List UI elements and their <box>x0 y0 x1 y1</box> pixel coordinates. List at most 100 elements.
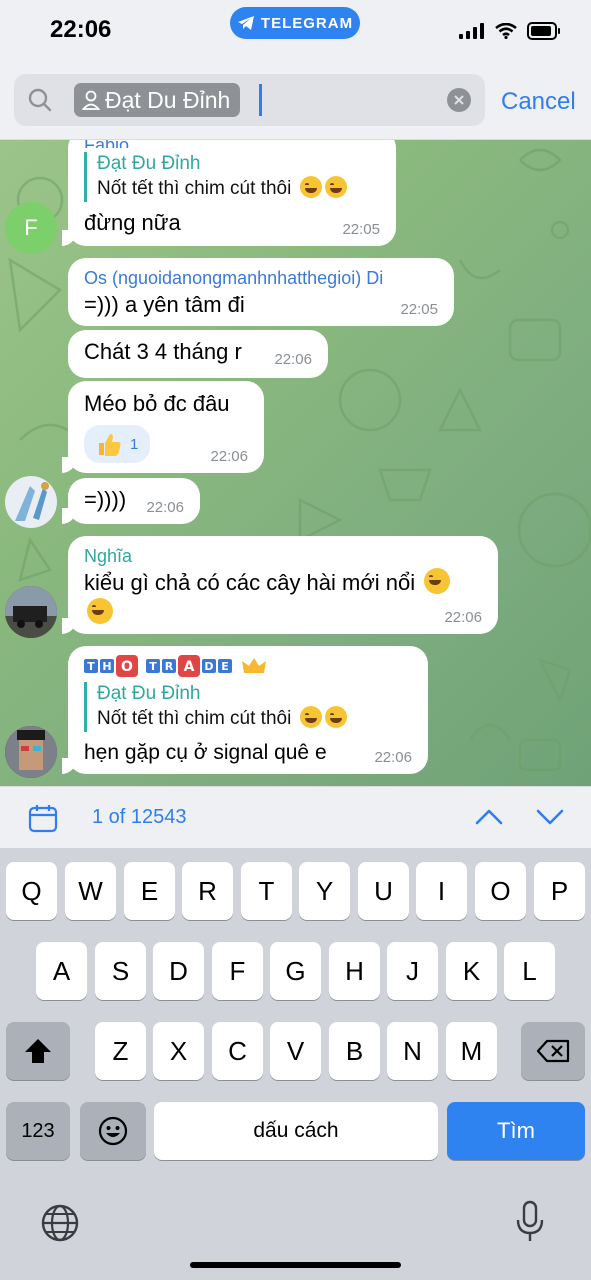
reply-author: Đạt Đu Đỉnh <box>97 683 201 704</box>
reply-text: Nốt tết thì chim cút thôi <box>97 178 292 199</box>
search-token-label: Đạt Du Đỉnh <box>105 86 231 113</box>
avatar-image <box>15 482 49 521</box>
key-g[interactable]: G <box>270 942 321 1000</box>
message-bubble[interactable]: Os (nguoidanongmanhnhatthegioi) Di =))) … <box>68 258 454 326</box>
clock: 22:06 <box>50 16 112 43</box>
key-u[interactable]: U <box>358 862 409 920</box>
message-bubble[interactable]: Chát 3 4 tháng r 22:06 <box>68 330 328 378</box>
key-w[interactable]: W <box>65 862 116 920</box>
backspace-key[interactable] <box>521 1022 585 1080</box>
key-e[interactable]: E <box>124 862 175 920</box>
message-bubble[interactable]: Fabio Đạt Đu Đỉnh Nốt tết thì chim cút t… <box>62 140 396 246</box>
signal-icon <box>459 23 484 39</box>
sender-name-emoji-letters: T H O T R A D E <box>84 655 266 677</box>
space-key[interactable]: dấu cách <box>154 1102 438 1160</box>
key-l[interactable]: L <box>504 942 555 1000</box>
key-y[interactable]: Y <box>299 862 350 920</box>
message-bubble[interactable]: Nghĩa kiểu gì chả có các cây hài mới nổi… <box>62 536 498 634</box>
reply-text: Nốt tết thì chim cút thôi <box>97 708 292 729</box>
key-i[interactable]: I <box>416 862 467 920</box>
key-k[interactable]: K <box>446 942 497 1000</box>
search-icon <box>28 88 52 112</box>
message-bubble[interactable]: T H O T R A D E Đạt Đu Đỉnh Nốt tết thì … <box>62 646 428 774</box>
calendar-icon[interactable] <box>28 803 58 833</box>
key-h[interactable]: H <box>329 942 380 1000</box>
avatar[interactable] <box>5 476 57 528</box>
reaction-count: 1 <box>130 435 139 453</box>
reaction-chip[interactable]: 1 <box>84 425 151 463</box>
svg-text:T: T <box>87 660 95 673</box>
avatar-letter: F <box>24 215 38 240</box>
key-r[interactable]: R <box>182 862 233 920</box>
key-m[interactable]: M <box>446 1022 497 1080</box>
thumbs-up-icon <box>99 434 121 456</box>
key-p[interactable]: P <box>534 862 585 920</box>
key-c[interactable]: C <box>212 1022 263 1080</box>
clear-search-button[interactable] <box>447 88 471 112</box>
search-bar: Đạt Du Đỉnh Cancel <box>0 66 591 140</box>
avatar-image <box>5 586 57 638</box>
reply-quote[interactable]: Đạt Đu Đỉnh Nốt tết thì chim cút thôi <box>84 682 412 732</box>
message-text: hẹn gặp cụ ở signal quê e <box>84 741 327 764</box>
search-input[interactable]: Đạt Du Đỉnh <box>14 74 485 126</box>
key-b[interactable]: B <box>329 1022 380 1080</box>
shift-key[interactable] <box>6 1022 70 1080</box>
message-time: 22:06 <box>444 609 482 626</box>
message-bubble[interactable]: Méo bỏ đc đâu 1 22:06 <box>62 381 264 473</box>
laughing-emoji-icon <box>324 706 347 728</box>
message-time: 22:06 <box>146 499 184 516</box>
status-bar: 22:06 TELEGRAM <box>0 0 591 66</box>
message-bubble[interactable]: =)))) 22:06 <box>62 478 200 524</box>
close-icon <box>454 95 464 105</box>
message-text: kiểu gì chả có các cây hài mới nổi <box>84 570 416 595</box>
key-a[interactable]: A <box>36 942 87 1000</box>
laughing-emoji-icon <box>299 176 322 198</box>
backspace-icon <box>536 1039 570 1063</box>
text-caret <box>259 84 262 116</box>
svg-text:E: E <box>221 660 229 673</box>
key-j[interactable]: J <box>387 942 438 1000</box>
tears-of-joy-emoji-icon <box>87 598 113 624</box>
telegram-pill[interactable]: TELEGRAM <box>230 7 360 39</box>
search-results-bar: 1 of 12543 <box>0 786 591 848</box>
chat-area[interactable]: F Fabio Đạt Đu Đỉnh Nốt tết thì chim cút… <box>0 140 591 786</box>
chevron-up-icon[interactable] <box>474 807 504 827</box>
home-indicator[interactable] <box>190 1262 401 1268</box>
avatar[interactable] <box>5 586 57 638</box>
keyboard: Q W E R T Y U I O P A S D F G H J K L Z … <box>0 848 591 1280</box>
chevron-down-icon[interactable] <box>535 807 565 827</box>
key-q[interactable]: Q <box>6 862 57 920</box>
emoji-icon <box>98 1116 128 1146</box>
sender-name: T H O T R A D E <box>84 654 412 678</box>
cancel-button[interactable]: Cancel <box>501 88 576 116</box>
avatar[interactable] <box>5 726 57 778</box>
result-counter: 1 of 12543 <box>92 806 187 828</box>
shift-icon <box>25 1039 51 1063</box>
emoji-key[interactable] <box>80 1102 146 1160</box>
reply-quote[interactable]: Đạt Đu Đỉnh Nốt tết thì chim cút thôi <box>84 152 380 202</box>
svg-text:R: R <box>165 660 174 673</box>
key-n[interactable]: N <box>387 1022 438 1080</box>
key-v[interactable]: V <box>270 1022 321 1080</box>
laughing-emoji-icon <box>324 176 347 198</box>
key-d[interactable]: D <box>153 942 204 1000</box>
key-s[interactable]: S <box>95 942 146 1000</box>
search-user-token[interactable]: Đạt Du Đỉnh <box>74 83 241 117</box>
telegram-pill-label: TELEGRAM <box>260 14 354 32</box>
message-time: 22:05 <box>400 301 438 318</box>
key-t[interactable]: T <box>241 862 292 920</box>
globe-icon[interactable] <box>40 1203 80 1243</box>
microphone-icon[interactable] <box>514 1200 546 1244</box>
key-z[interactable]: Z <box>95 1022 146 1080</box>
key-o[interactable]: O <box>475 862 526 920</box>
svg-text:T: T <box>149 660 157 673</box>
search-submit-key[interactable]: Tìm <box>447 1102 585 1160</box>
key-f[interactable]: F <box>212 942 263 1000</box>
numbers-key[interactable]: 123 <box>6 1102 70 1160</box>
laughing-emoji-icon <box>299 706 322 728</box>
avatar[interactable]: F <box>5 202 57 254</box>
message-text: đừng nữa <box>84 210 181 235</box>
message-time: 22:06 <box>210 448 248 465</box>
key-x[interactable]: X <box>153 1022 204 1080</box>
sender-name: Os (nguoidanongmanhnhatthegioi) Di <box>84 268 384 288</box>
